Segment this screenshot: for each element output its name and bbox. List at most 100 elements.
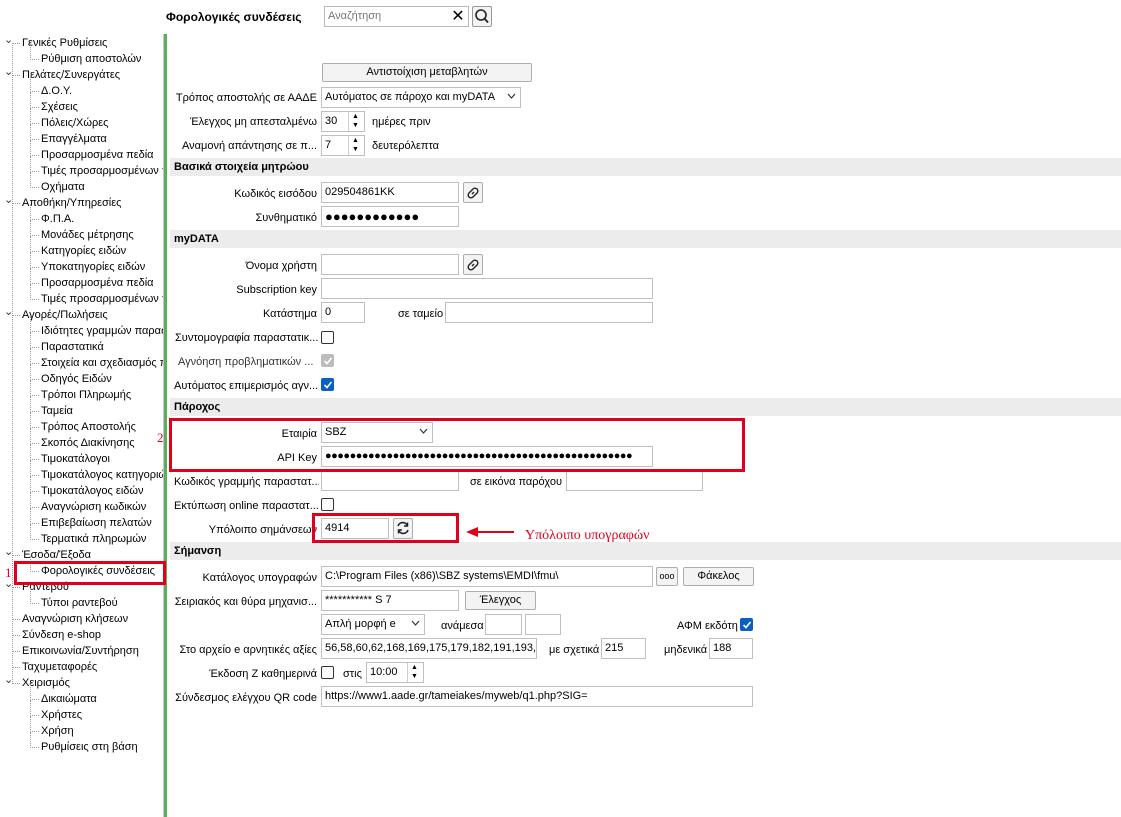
tree-connector [12,651,20,652]
browse-button[interactable]: ooo [656,567,678,586]
print-online-checkbox[interactable] [321,498,334,511]
map-variables-button[interactable]: Αντιστοίχιση μεταβλητών [322,63,532,82]
tree-group[interactable]: Αναγνώριση κλήσεων [22,613,128,626]
tree-connector [30,220,31,236]
spin-buttons[interactable]: ▲ ▼ [407,663,423,682]
tree-item[interactable]: Προσαρμοσμένα πεδία [41,277,154,290]
search-button[interactable] [472,6,492,27]
negative-input[interactable]: 56,58,60,62,168,169,175,179,182,191,193,… [321,638,537,659]
folder-button[interactable]: Φάκελος [683,567,754,586]
abbrev-checkbox[interactable] [321,331,334,344]
tree-item[interactable]: Επιβεβαίωση πελατών [41,517,152,530]
tree-item[interactable]: Χρήστες [41,709,82,722]
tree-item[interactable]: Ρύθμιση αποστολών [41,53,141,66]
tree-item[interactable]: Δ.Ο.Υ. [41,85,72,98]
send-mode-select[interactable]: Αυτόματος σε πάροχο και myDATA [321,87,521,108]
tree-item[interactable]: Τρόποι Πληρωμής [41,389,131,402]
tree-item[interactable]: Φ.Π.Α. [41,213,74,226]
link-button[interactable] [463,182,483,203]
tree-item[interactable]: Σχέσεις [41,101,78,114]
tree-group[interactable]: Ταχυμεταφορές [22,661,97,674]
tree-item[interactable]: Χρήση [41,725,74,738]
tree-connector [30,284,31,300]
tree-item[interactable]: Μονάδες μέτρησης [41,229,134,242]
tree-item[interactable]: Τύποι ραντεβού [41,597,118,610]
tree-item[interactable]: Προσαρμοσμένα πεδία [41,149,154,162]
qr-input[interactable]: https://www1.aade.gr/tameiakes/myweb/q1.… [321,686,753,707]
clear-icon[interactable]: ✕ [450,8,466,25]
tree-connector [30,700,31,716]
tree-item[interactable]: Τιμοκατάλογος κατηγοριώ [41,469,163,482]
tree-item[interactable]: Δικαιώματα [41,693,97,706]
tree-connector [30,523,39,524]
dir-input[interactable]: C:\Program Files (x86)\SBZ systems\EMDI\… [321,566,653,587]
tree-connector [30,236,31,252]
tree-item[interactable]: Ρυθμίσεις στη βάση [41,741,138,754]
auto-checkbox[interactable] [321,378,334,391]
username-input[interactable] [321,254,459,275]
tree-group[interactable]: Αγορές/Πωλήσεις [22,309,108,322]
tree-item[interactable]: Οχήματα [41,181,85,194]
format-select[interactable]: Απλή μορφή e [321,614,425,635]
search-box[interactable]: ✕ [324,6,469,27]
tree-item[interactable]: Τιμές προσαρμοσμένων π [41,293,163,306]
tree-item[interactable]: Οδηγός Ειδών [41,373,112,386]
tree-item[interactable]: Στοιχεία και σχεδιασμός π [41,357,163,370]
subscription-key-input[interactable] [321,278,653,299]
tree-item[interactable]: Κατηγορίες ειδών [41,245,126,258]
serial-input[interactable]: *********** S 7 [321,590,459,611]
password-input[interactable]: ●●●●●●●●●●●● [321,206,459,227]
tree-connector [30,363,39,364]
check-unsent-stepper[interactable]: 30 ▲ ▼ [321,111,365,132]
line-code-label: Κωδικός γραμμής παραστατ... [174,476,319,488]
search-input[interactable] [328,10,448,22]
ignore-checkbox[interactable] [321,354,334,367]
tree-item[interactable]: Τιμοκατάλογοι [41,453,110,466]
tree-group[interactable]: Αποθήκη/Υπηρεσίες [22,197,121,210]
z-checkbox[interactable] [321,666,334,679]
zero-input[interactable]: 188 [709,638,753,659]
tree-item[interactable]: Παραστατικά [41,341,104,354]
tree-item[interactable]: Τρόπος Αποστολής [41,421,136,434]
tree-item[interactable]: Υποκατηγορίες ειδών [41,261,145,274]
tree-connector [12,619,20,620]
z-time-stepper[interactable]: 10:00 ▲ ▼ [366,662,424,683]
tree-item[interactable]: Τερματικά πληρωμών [41,533,146,546]
auto-label: Αυτόματος επιμερισμός αγν... [174,380,319,392]
tree-item[interactable]: Σκοπός Διακίνησης [41,437,135,450]
tree-group[interactable]: Επικοινωνία/Συντήρηση [22,645,139,658]
tree-item[interactable]: Αναγνώριση κωδικών [41,501,146,514]
check-unsent-unit: ημέρες πριν [372,116,431,128]
tree-item[interactable]: Ταμεία [41,405,73,418]
tree-group[interactable]: Πελάτες/Συνεργάτες [22,69,120,82]
tree-group[interactable]: Γενικές Ρυθμίσεις [22,37,107,50]
tree-item[interactable]: Τιμές προσαρμοσμένων π [41,165,163,178]
tree-item[interactable]: Τιμοκατάλογος ειδών [41,485,143,498]
tree-connector [30,412,31,428]
register-input[interactable] [445,302,653,323]
tree-connector [30,348,31,364]
tree-item[interactable]: Ιδιότητες γραμμών παρασ [41,325,163,338]
tree-item[interactable]: Επαγγέλματα [41,133,107,146]
link-button[interactable] [463,254,483,275]
check-button[interactable]: Έλεγχος [465,591,536,610]
code-input[interactable]: 029504861KK [321,182,459,203]
between-input-a[interactable] [485,614,522,635]
relative-input[interactable]: 215 [601,638,646,659]
spin-buttons[interactable]: ▲ ▼ [348,112,364,131]
provider-image-input[interactable] [566,470,703,491]
tree-connector [30,364,31,380]
tree-connector [12,555,20,556]
tree-connector [12,667,20,668]
tree-item[interactable]: Πόλεις/Χώρες [41,117,108,130]
store-input[interactable]: 0 [321,302,365,323]
spin-buttons[interactable]: ▲ ▼ [348,136,364,155]
line-code-input[interactable] [321,470,459,491]
afm-checkbox[interactable] [740,618,753,631]
wait-stepper[interactable]: 7 ▲ ▼ [321,135,365,156]
tree-connector [30,380,31,396]
tree-group[interactable]: Σύνδεση e-shop [22,629,101,642]
between-input-b[interactable] [525,614,561,635]
tree-connector [30,155,39,156]
tree-connector [30,172,31,188]
